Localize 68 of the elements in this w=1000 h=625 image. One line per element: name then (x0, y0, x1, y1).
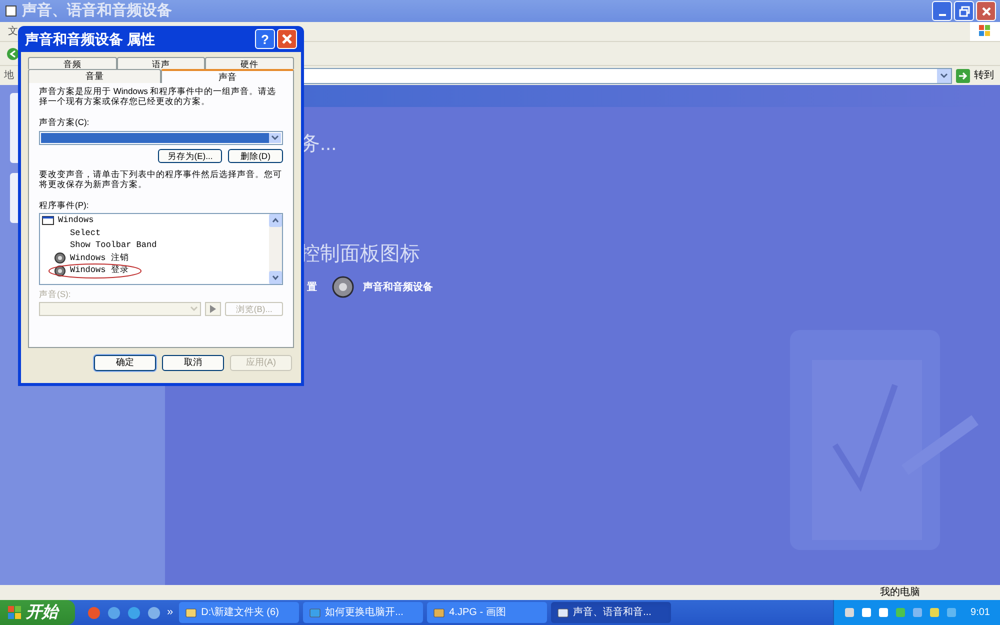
status-text: 我的电脑 (880, 586, 920, 600)
sound-label: 声音(S): (39, 288, 72, 300)
play-icon (210, 305, 216, 314)
close-icon (980, 6, 992, 16)
control-panel-link[interactable]: 置 (307, 280, 317, 294)
restore-button[interactable] (954, 1, 974, 21)
app-icon (557, 606, 570, 618)
tab[interactable]: 语声 (116, 57, 206, 69)
dropdown-arrow-icon (269, 132, 281, 143)
close-button[interactable] (277, 29, 297, 49)
windows-logo-icon (970, 22, 1000, 41)
quick-launch-icon[interactable] (127, 606, 141, 620)
quick-launch-icon[interactable] (107, 606, 121, 620)
more-chevron[interactable]: » (167, 604, 174, 621)
back-icon[interactable] (6, 46, 20, 60)
menu-item[interactable]: 文 (8, 24, 18, 39)
quick-launch-icon[interactable] (87, 606, 101, 620)
scheme-button[interactable]: 删除(D) (228, 148, 283, 163)
minimize-button[interactable] (932, 1, 952, 21)
events-label: 程序事件(P): (39, 198, 90, 212)
close-icon (281, 33, 293, 45)
tab[interactable]: 音量 (28, 69, 161, 83)
clock: 9:01 (970, 606, 990, 620)
speaker-icon (331, 275, 355, 299)
address-label: 地 (4, 68, 14, 83)
tray-icon[interactable] (928, 607, 940, 618)
event-item[interactable]: Show Toolbar Band (70, 239, 157, 252)
scheme-label: 声音方案(C): (39, 116, 90, 129)
description-text: 声音方案是应用于 Windows 和程序事件中的一组声音。请选择一个现有方案或保存您已经更改的方案。 (39, 86, 278, 106)
tab[interactable]: 硬件 (205, 57, 294, 69)
go-button[interactable]: 转到 (956, 68, 1000, 83)
quick-launch-icon[interactable] (147, 606, 161, 620)
folder-icon (185, 606, 198, 618)
dialog-title: 声音和音频设备 属性 (25, 30, 155, 48)
play-button[interactable] (205, 302, 222, 316)
start-button[interactable]: 开始 (0, 600, 75, 625)
scroll-up-icon[interactable] (269, 214, 282, 226)
scrollbar[interactable] (269, 214, 282, 284)
restore-icon (958, 6, 970, 16)
tray-icon[interactable] (844, 607, 855, 618)
window-app-icon (4, 4, 18, 18)
taskbar-button[interactable]: 声音、语音和音... (551, 602, 672, 623)
taskbar-button[interactable]: 4.JPG - 画图 (427, 602, 548, 623)
app-icon (433, 606, 446, 618)
taskbar-button[interactable]: 如何更换电脑开... (303, 602, 424, 623)
taskbar-button[interactable]: D:\新建文件夹 (6) (179, 602, 300, 623)
close-button[interactable] (976, 1, 996, 21)
dialog-button[interactable]: 确定 (94, 355, 156, 371)
dialog-button[interactable]: 取消 (162, 355, 224, 371)
tab[interactable]: 声音 (161, 69, 294, 83)
arrow-right-icon (956, 68, 970, 82)
scroll-down-icon[interactable] (269, 270, 282, 284)
tray-icon[interactable] (878, 607, 889, 618)
tray-icon[interactable] (860, 607, 872, 618)
control-panel-link[interactable]: 声音和音频设备 (363, 280, 433, 294)
scheme-dropdown[interactable] (39, 130, 283, 145)
windows-logo-icon (8, 606, 22, 620)
scheme-button[interactable]: 另存为(E)... (158, 148, 222, 163)
window-title: 声音、语音和音频设备 (22, 0, 172, 21)
window-icon (42, 216, 54, 226)
tab[interactable]: 音频 (28, 57, 117, 69)
help-button[interactable]: ? (255, 29, 275, 49)
speaker-icon (54, 252, 66, 264)
event-group[interactable]: Windows (58, 214, 94, 228)
event-item[interactable]: Select (70, 226, 101, 240)
app-icon (309, 606, 322, 618)
instructions-text: 要改变声音，请单击下列表中的程序事件然后选择声音。您可将更改保存为新声音方案。 (39, 168, 283, 189)
event-item[interactable]: Windows 注销 (70, 252, 129, 265)
